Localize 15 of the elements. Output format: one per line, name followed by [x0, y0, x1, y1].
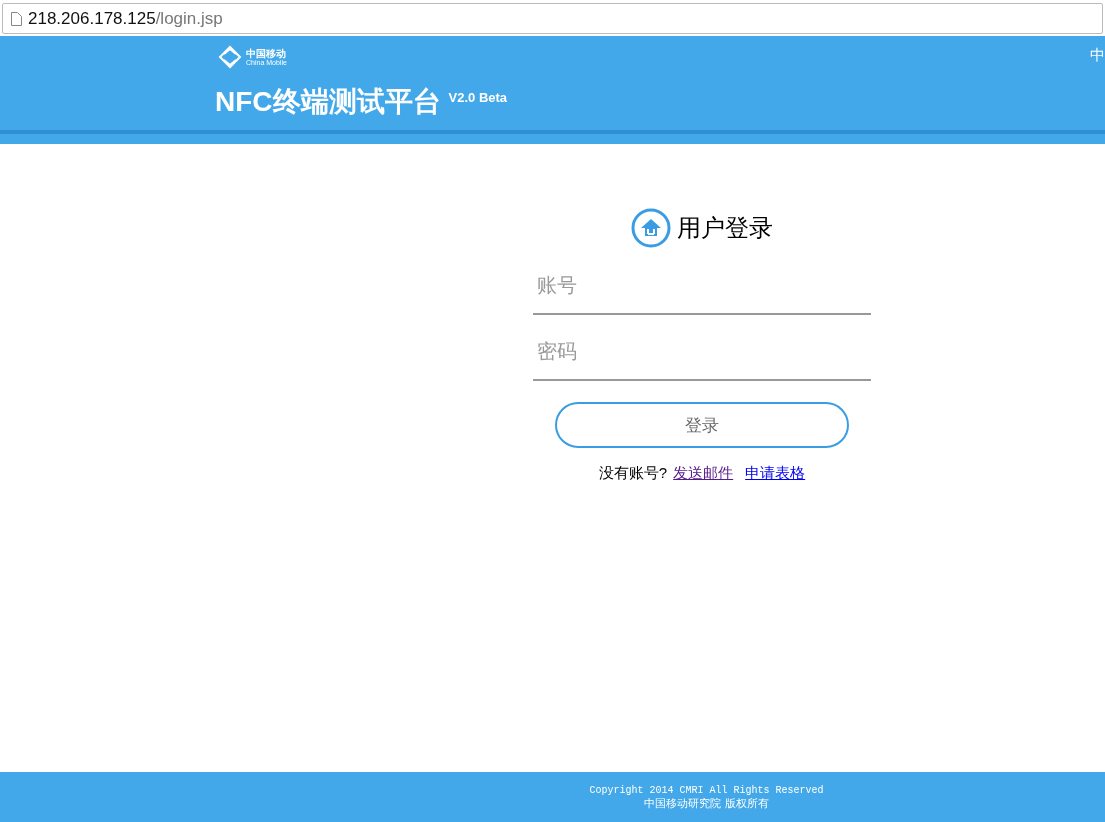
- logo-text: 中国移动: [246, 48, 286, 59]
- address-bar[interactable]: 218.206.178.125/login.jsp: [2, 3, 1103, 34]
- copyright-text: Copyright 2014 CMRI All Rights Reserved: [589, 785, 824, 796]
- link[interactable]: 发送邮件: [673, 464, 734, 483]
- login-heading: 用户登录: [677, 213, 773, 243]
- no-account-text: 没有账号?: [598, 464, 668, 483]
- page-icon: [11, 11, 22, 26]
- url-host: 218.206.178.125: [28, 8, 156, 29]
- owner-text: 中国移动研究院 版权所有: [644, 796, 769, 811]
- version-label: V2.0 Beta: [448, 90, 508, 105]
- platform-title: NFC终端测试平台: [215, 85, 441, 119]
- login-button[interactable]: 登录: [555, 402, 849, 448]
- home-icon: [631, 208, 671, 248]
- link[interactable]: 申请表格: [745, 464, 806, 483]
- url-path: /login.jsp: [155, 8, 223, 29]
